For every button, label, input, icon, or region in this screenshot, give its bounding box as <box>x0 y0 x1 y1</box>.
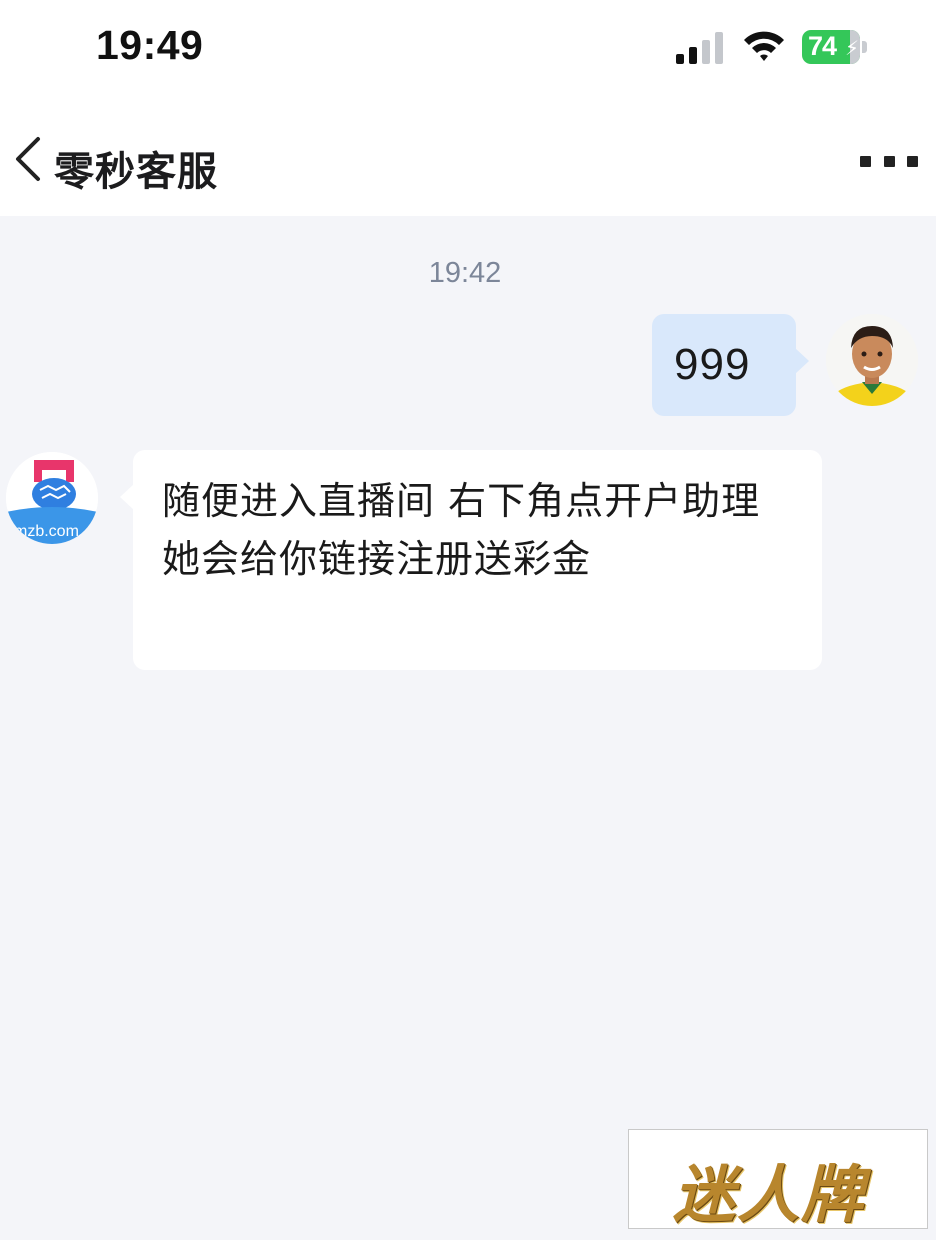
more-dot <box>907 155 918 167</box>
more-dot <box>860 155 871 167</box>
battery-level: 74 <box>808 31 837 61</box>
cellular-signal-icon <box>676 32 723 64</box>
service-avatar-text: mzb.com <box>14 523 79 540</box>
page-title: 零秒客服 <box>54 149 218 195</box>
more-dot <box>883 155 895 167</box>
status-bar: 19:49 74 ⚡ <box>0 0 936 95</box>
wifi-icon <box>744 31 784 61</box>
bubble-tail <box>120 484 134 510</box>
user-avatar[interactable] <box>826 314 918 406</box>
back-button[interactable] <box>10 135 46 183</box>
user-avatar-image <box>826 314 918 406</box>
chat-timestamp: 19:42 <box>428 257 502 289</box>
outgoing-message-bubble[interactable]: 999 <box>652 314 809 416</box>
incoming-message-bubble[interactable]: 随便进入直播间 右下角点开户助理 她会给你链接注册送彩金 <box>120 450 822 670</box>
bubble-tail <box>795 348 809 374</box>
service-logo-icon: mzb.com <box>6 452 98 544</box>
incoming-message-text: 随便进入直播间 右下角点开户助理 她会给你链接注册送彩金 <box>162 479 761 581</box>
status-time: 19:49 <box>96 22 204 68</box>
battery-cap <box>862 41 867 53</box>
outgoing-message-text: 999 <box>674 340 751 389</box>
watermark: 迷人牌 <box>628 1129 928 1231</box>
watermark-text: 迷人牌 <box>673 1158 866 1231</box>
service-avatar[interactable]: mzb.com <box>6 452 98 544</box>
charging-bolt-icon: ⚡ <box>845 36 860 60</box>
nav-bar: 零秒客服 <box>0 95 936 216</box>
more-button[interactable] <box>860 149 918 173</box>
